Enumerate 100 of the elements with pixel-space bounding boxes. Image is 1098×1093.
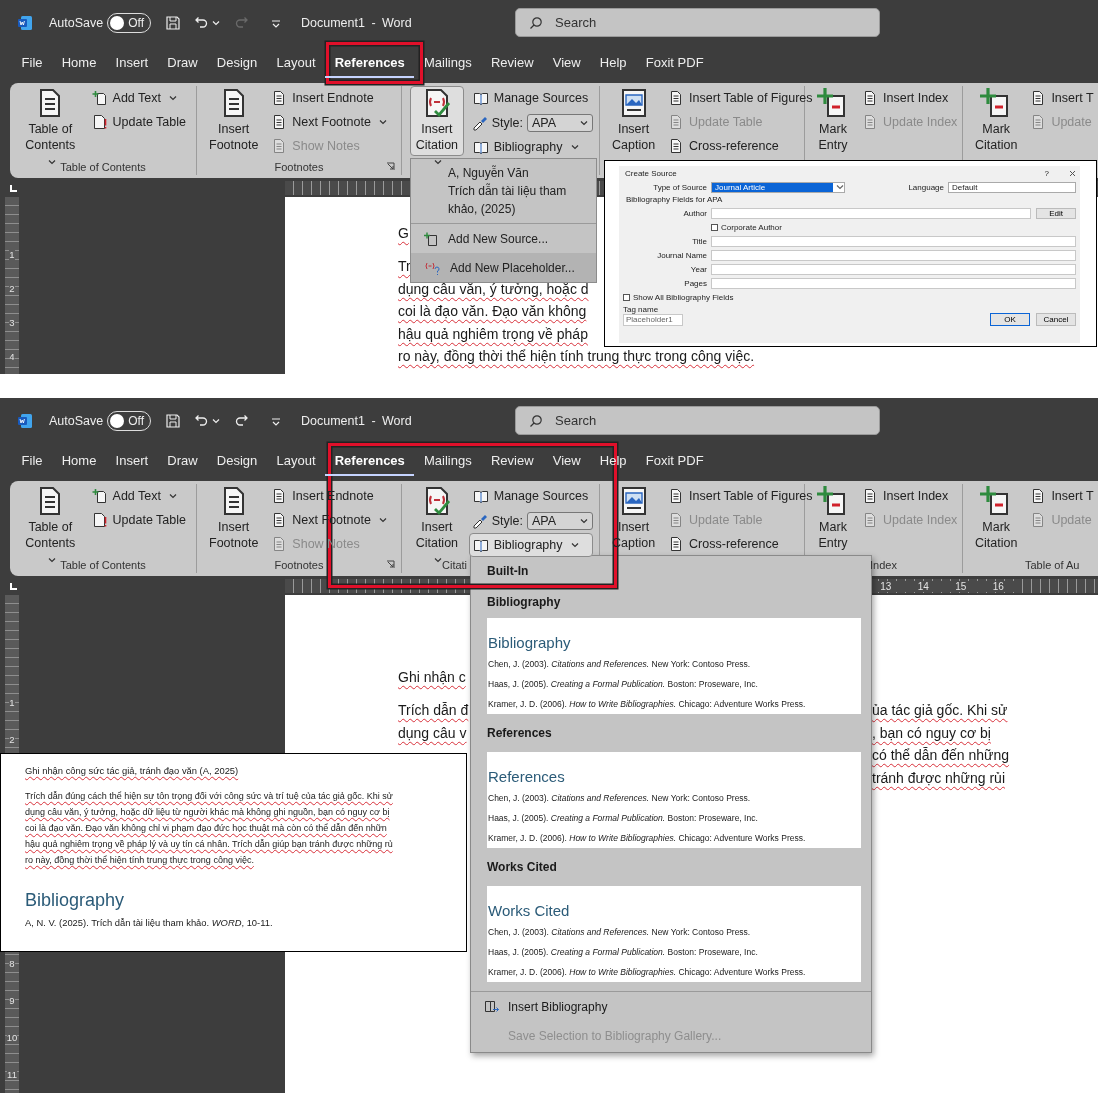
table-of-contents-button[interactable]: Table of Contents bbox=[18, 86, 83, 156]
language-dropdown[interactable]: Default bbox=[948, 181, 1076, 193]
section-label: Bibliography Fields for APA bbox=[625, 194, 723, 206]
ribbon-tab[interactable]: Mailings bbox=[414, 48, 482, 78]
update-table-button[interactable]: Update Table bbox=[87, 508, 190, 532]
next-footnote-button[interactable]: Next Footnote bbox=[267, 110, 391, 134]
redo-icon[interactable] bbox=[234, 412, 250, 429]
add-text-button[interactable]: Add Text bbox=[87, 86, 190, 110]
dialog-button[interactable]: Cancel bbox=[1036, 313, 1076, 326]
ribbon-tab[interactable]: Home bbox=[52, 48, 106, 78]
ribbon-tab[interactable]: Layout bbox=[266, 48, 326, 78]
app-icon bbox=[17, 14, 33, 31]
ribbon-tab[interactable]: References bbox=[325, 48, 415, 78]
ribbon-tab[interactable]: Foxit PDF bbox=[636, 48, 714, 78]
search-field[interactable]: Search bbox=[515, 406, 880, 435]
bibliography-button[interactable]: Bibliography bbox=[468, 533, 593, 557]
input-field[interactable] bbox=[711, 249, 1076, 261]
ribbon-tab[interactable]: Design bbox=[207, 446, 267, 476]
bibliography-entry: A, N. V. (2025). Trích dẫn tài liệu tham khảo. WORD, 10-11. bbox=[25, 917, 273, 928]
insert-footnote-button[interactable]: Insert Footnote bbox=[205, 86, 263, 156]
save-icon[interactable] bbox=[165, 412, 181, 429]
bibliography-button[interactable]: Bibliography bbox=[468, 135, 593, 159]
ribbon-tab[interactable]: Home bbox=[52, 446, 106, 476]
ribbon-tab[interactable]: Insert bbox=[106, 48, 158, 78]
menu-item[interactable]: Add New Placeholder... bbox=[411, 253, 596, 282]
input-field[interactable] bbox=[711, 235, 1076, 247]
input-field[interactable] bbox=[711, 263, 1076, 275]
source-entry[interactable]: A, Nguyễn Văn Trích dẫn tài liệu tham khảo, (2025) bbox=[411, 159, 596, 224]
ribbon-tab[interactable]: Design bbox=[207, 48, 267, 78]
ribbon-tab[interactable]: Foxit PDF bbox=[636, 446, 714, 476]
search-field[interactable]: Search bbox=[515, 8, 880, 37]
ribbon-tab[interactable]: Help bbox=[590, 48, 637, 78]
bibliography-preview[interactable] bbox=[487, 618, 861, 714]
mark-citation-button[interactable]: Mark Citation bbox=[971, 484, 1022, 554]
ribbon-tab[interactable]: View bbox=[543, 446, 591, 476]
input-field[interactable] bbox=[711, 207, 1032, 219]
insert-citation-button[interactable]: Insert Citation bbox=[410, 484, 464, 554]
input-field[interactable]: Placeholder1 bbox=[623, 314, 683, 326]
input-field[interactable] bbox=[711, 277, 1076, 289]
bibliography-title: Bibliography bbox=[25, 890, 125, 910]
insert-caption-button[interactable]: Insert Caption bbox=[608, 86, 660, 156]
insert-endnote-button[interactable]: Insert Endnote bbox=[267, 86, 391, 110]
ribbon-tab[interactable]: View bbox=[543, 48, 591, 78]
style-dropdown[interactable]: APA bbox=[527, 113, 593, 132]
help-button[interactable]: ? bbox=[1044, 168, 1049, 178]
menu-item[interactable]: Insert Bibliography bbox=[471, 992, 871, 1021]
manage-sources-button[interactable]: Manage Sources bbox=[468, 86, 593, 110]
bibliography-preview[interactable] bbox=[487, 886, 861, 982]
bibliography-preview[interactable] bbox=[487, 752, 861, 848]
source-type-dropdown[interactable]: Journal Article bbox=[711, 181, 845, 193]
manage-sources-button[interactable]: Manage Sources bbox=[468, 484, 593, 508]
add-page-icon bbox=[91, 488, 108, 504]
menu-item[interactable]: Add New Source... bbox=[411, 224, 596, 253]
dialog-button[interactable]: OK bbox=[990, 313, 1030, 326]
checkbox[interactable] bbox=[711, 223, 718, 231]
group-label: Citati bbox=[442, 559, 468, 571]
undo-icon[interactable] bbox=[193, 412, 209, 429]
insert-index-button[interactable]: Insert Index bbox=[858, 86, 962, 110]
insert-footnote-button[interactable]: Insert Footnote bbox=[205, 484, 263, 554]
brush-icon[interactable] bbox=[471, 512, 488, 529]
insert-index-button[interactable]: Insert Index bbox=[858, 484, 962, 508]
document-title: Document1 - Word bbox=[301, 15, 412, 30]
document-heading: Ghi nhận công sức tác giả, tránh đạo văn (A, 2025) bbox=[25, 765, 239, 776]
style-label: Style: bbox=[491, 513, 523, 528]
caret-icon bbox=[836, 184, 844, 190]
ribbon-tab[interactable]: File bbox=[12, 446, 53, 476]
body-text: coi là đạo văn. Đạo văn không chỉ vi phạm đạo đức học thuật mà còn có thể dẫn đến nhữn bbox=[25, 823, 387, 833]
update-table-button[interactable]: Update Table bbox=[87, 110, 190, 134]
edit-button[interactable]: Edit bbox=[1036, 207, 1076, 219]
ribbon-tab[interactable]: Draw bbox=[157, 446, 208, 476]
section-heading: References bbox=[487, 726, 552, 740]
citation-entry: Haas, J. (2005). Creating a Formal Publication. Boston: Proseware, Inc. bbox=[488, 679, 758, 689]
ribbon-button[interactable]: Insert T bbox=[1026, 484, 1098, 508]
ribbon-tab[interactable]: Layout bbox=[266, 446, 326, 476]
dialog-launcher-icon[interactable] bbox=[386, 162, 395, 171]
dialog-launcher-icon[interactable] bbox=[386, 560, 395, 569]
ribbon-tab[interactable]: Draw bbox=[157, 48, 208, 78]
tab-stop-icon[interactable] bbox=[9, 183, 18, 193]
style-dropdown[interactable]: APA bbox=[527, 511, 593, 530]
mark-citation-button[interactable]: Mark Citation bbox=[971, 86, 1022, 156]
close-icon[interactable] bbox=[1069, 169, 1076, 177]
ribbon-tab[interactable]: Insert bbox=[106, 446, 158, 476]
checkbox[interactable] bbox=[623, 294, 630, 301]
group-label: Table of Contents bbox=[60, 559, 146, 571]
ribbon-tab[interactable]: File bbox=[12, 48, 53, 78]
ribbon-tab[interactable]: Review bbox=[481, 48, 544, 78]
ribbon-tab[interactable]: Mailings bbox=[414, 446, 482, 476]
table-of-contents-button[interactable]: Table of Contents bbox=[18, 484, 83, 554]
ribbon-button[interactable]: Insert T bbox=[1026, 86, 1098, 110]
ribbon-tab[interactable]: Review bbox=[481, 446, 544, 476]
preview-title: References bbox=[488, 768, 565, 785]
citation-entry: Haas, J. (2005). Creating a Formal Publication. Boston: Proseware, Inc. bbox=[488, 813, 758, 823]
save-icon[interactable] bbox=[165, 14, 181, 31]
checkbox-label: Show All Bibliography Fields bbox=[633, 293, 734, 302]
tab-stop-icon[interactable] bbox=[9, 581, 18, 591]
add-text-button[interactable]: Add Text bbox=[87, 484, 190, 508]
brush-icon[interactable] bbox=[471, 114, 488, 131]
ribbon-tab[interactable]: References bbox=[325, 446, 415, 476]
undo-icon[interactable] bbox=[193, 14, 209, 31]
document-title: Document1 - Word bbox=[301, 413, 412, 428]
